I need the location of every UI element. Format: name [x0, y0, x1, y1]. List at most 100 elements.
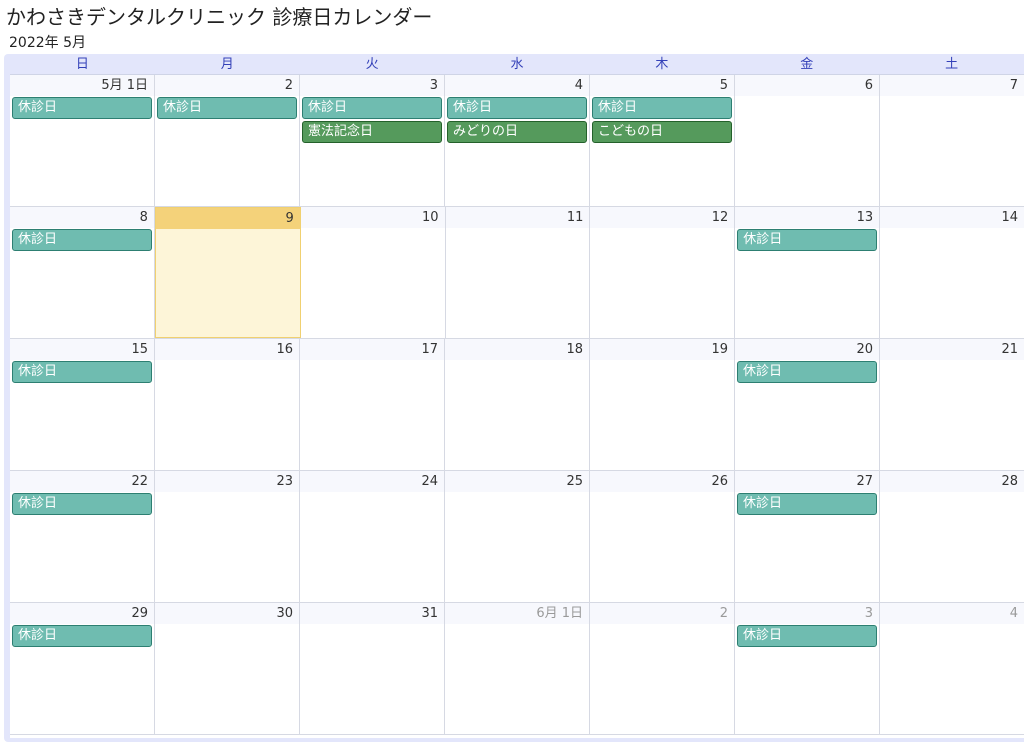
day-cell[interactable]: 24 [300, 471, 445, 602]
day-cell[interactable]: 22 休診日 [10, 471, 155, 602]
week-row: 15 休診日 16 17 18 19 20 休診日 21 [10, 339, 1024, 471]
day-number[interactable]: 31 [300, 603, 444, 624]
day-number[interactable]: 2 [590, 603, 734, 624]
day-number[interactable]: 11 [445, 207, 590, 228]
day-number[interactable]: 5月 1日 [10, 75, 154, 96]
day-number[interactable]: 25 [445, 471, 589, 492]
event-list: 休診日 みどりの日 [447, 97, 587, 145]
day-cell[interactable]: 19 [590, 339, 735, 470]
day-number[interactable]: 6月 1日 [445, 603, 589, 624]
day-cell[interactable]: 18 [445, 339, 590, 470]
day-cell[interactable]: 30 [155, 603, 300, 734]
day-cell[interactable]: 6 [735, 75, 880, 206]
day-number[interactable]: 16 [155, 339, 299, 360]
day-number[interactable]: 9 [155, 208, 300, 229]
closed-day-event[interactable]: 休診日 [447, 97, 587, 119]
day-number[interactable]: 14 [880, 207, 1024, 228]
event-list: 休診日 [737, 361, 877, 385]
day-cell[interactable]: 5月 1日 休診日 [10, 75, 155, 206]
holiday-event[interactable]: 憲法記念日 [302, 121, 442, 143]
day-number[interactable]: 3 [300, 75, 444, 96]
event-list: 休診日 [737, 493, 877, 517]
day-cell[interactable]: 17 [300, 339, 445, 470]
closed-day-event[interactable]: 休診日 [737, 625, 877, 647]
day-number[interactable]: 12 [590, 207, 735, 228]
day-cell[interactable]: 13 休診日 [735, 207, 881, 338]
day-number[interactable]: 19 [590, 339, 734, 360]
day-cell[interactable]: 10 [300, 207, 446, 338]
day-cell[interactable]: 8 休診日 [10, 207, 155, 338]
day-cell[interactable]: 5 休診日 こどもの日 [590, 75, 735, 206]
day-number[interactable]: 4 [880, 603, 1024, 624]
closed-day-event[interactable]: 休診日 [12, 361, 152, 383]
day-number[interactable]: 10 [300, 207, 445, 228]
day-cell[interactable]: 2 休診日 [155, 75, 300, 206]
day-cell[interactable]: 26 [590, 471, 735, 602]
day-cell[interactable]: 6月 1日 [445, 603, 590, 734]
day-number[interactable]: 4 [445, 75, 589, 96]
closed-day-event[interactable]: 休診日 [737, 493, 877, 515]
day-cell[interactable]: 4 休診日 みどりの日 [445, 75, 590, 206]
day-number[interactable]: 30 [155, 603, 299, 624]
weekday-mon: 月 [220, 57, 234, 72]
day-cell[interactable]: 12 [590, 207, 736, 338]
month-grid: 5月 1日 休診日 2 休診日 3 休診日 憲法記念日 4 休診日 みどりの日 5 休診日 こどもの日 6… [10, 74, 1024, 738]
week-row: 8 休診日 9 10 11 12 13 休診日 14 [10, 207, 1024, 339]
day-number[interactable]: 5 [590, 75, 734, 96]
closed-day-event[interactable]: 休診日 [157, 97, 297, 119]
day-number[interactable]: 27 [735, 471, 879, 492]
holiday-event[interactable]: みどりの日 [447, 121, 587, 143]
weekday-sun: 日 [75, 57, 89, 72]
weekday-tue: 火 [365, 57, 379, 72]
day-cell[interactable]: 14 [880, 207, 1024, 338]
day-cell[interactable]: 2 [590, 603, 735, 734]
day-cell[interactable]: 4 [880, 603, 1024, 734]
day-number[interactable]: 21 [880, 339, 1024, 360]
day-cell[interactable]: 25 [445, 471, 590, 602]
closed-day-event[interactable]: 休診日 [12, 625, 152, 647]
day-number[interactable]: 28 [880, 471, 1024, 492]
day-number[interactable]: 7 [880, 75, 1024, 96]
day-cell[interactable]: 16 [155, 339, 300, 470]
day-cell[interactable]: 15 休診日 [10, 339, 155, 470]
closed-day-event[interactable]: 休診日 [302, 97, 442, 119]
event-list: 休診日 [157, 97, 297, 121]
closed-day-event[interactable]: 休診日 [737, 229, 878, 251]
day-number[interactable]: 15 [10, 339, 154, 360]
day-number[interactable]: 26 [590, 471, 734, 492]
day-number[interactable]: 18 [445, 339, 589, 360]
event-list: 休診日 [737, 625, 877, 649]
closed-day-event[interactable]: 休診日 [12, 493, 152, 515]
calendar: 日 月 火 水 木 金 土 5月 1日 休診日 2 休診日 3 休診日 憲法記念日 4 休診日み… [4, 54, 1024, 742]
day-cell[interactable]: 28 [880, 471, 1024, 602]
closed-day-event[interactable]: 休診日 [737, 361, 877, 383]
closed-day-event[interactable]: 休診日 [12, 229, 152, 251]
day-cell[interactable]: 3 休診日 [735, 603, 880, 734]
day-cell[interactable]: 23 [155, 471, 300, 602]
day-cell[interactable]: 7 [880, 75, 1024, 206]
day-cell[interactable]: 21 [880, 339, 1024, 470]
day-number[interactable]: 2 [155, 75, 299, 96]
day-number[interactable]: 8 [10, 207, 154, 228]
day-number[interactable]: 13 [735, 207, 880, 228]
day-number[interactable]: 29 [10, 603, 154, 624]
day-cell[interactable]: 27 休診日 [735, 471, 880, 602]
day-number[interactable]: 24 [300, 471, 444, 492]
day-number[interactable]: 6 [735, 75, 879, 96]
day-number[interactable]: 3 [735, 603, 879, 624]
closed-day-event[interactable]: 休診日 [592, 97, 732, 119]
day-cell[interactable]: 31 [300, 603, 445, 734]
day-cell[interactable]: 29 休診日 [10, 603, 155, 734]
day-number[interactable]: 23 [155, 471, 299, 492]
week-row: 29 休診日 30 31 6月 1日 2 3 休診日 4 [10, 603, 1024, 735]
day-cell[interactable]: 11 [445, 207, 591, 338]
closed-day-event[interactable]: 休診日 [12, 97, 152, 119]
page-title: かわさきデンタルクリニック 診療日カレンダー [6, 5, 433, 29]
day-cell[interactable]: 20 休診日 [735, 339, 880, 470]
day-cell[interactable]: 3 休診日 憲法記念日 [300, 75, 445, 206]
day-cell-today[interactable]: 9 [154, 207, 301, 338]
holiday-event[interactable]: こどもの日 [592, 121, 732, 143]
day-number[interactable]: 22 [10, 471, 154, 492]
day-number[interactable]: 20 [735, 339, 879, 360]
day-number[interactable]: 17 [300, 339, 444, 360]
